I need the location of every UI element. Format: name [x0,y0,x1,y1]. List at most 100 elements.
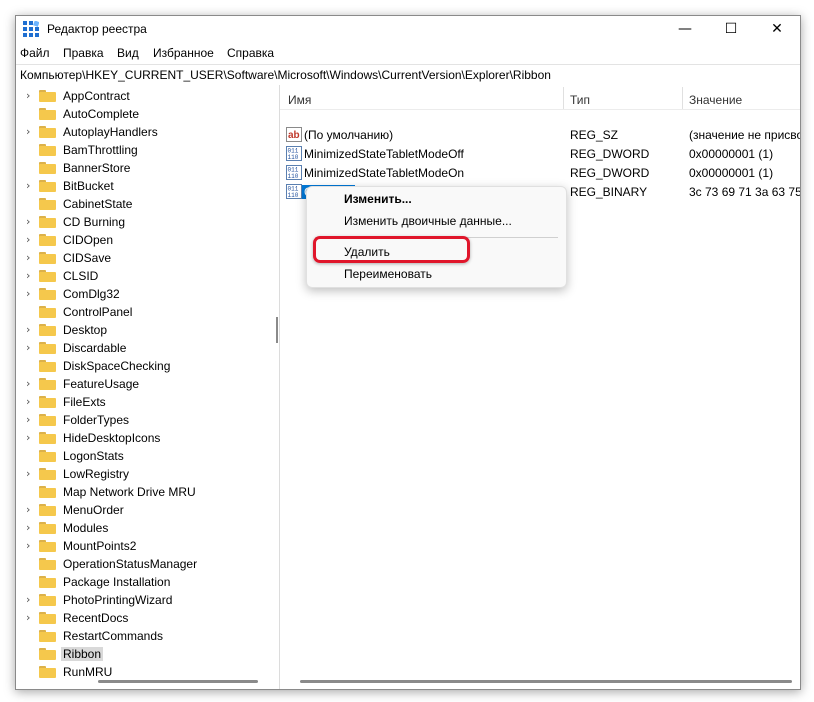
registry-editor-window: Редактор реестра — ☐ ✕ Файл Правка Вид И… [15,15,801,690]
chevron-right-icon[interactable]: › [26,611,38,625]
tree-item[interactable]: › PhotoPrintingWizard [16,591,274,609]
tree-item[interactable]: › Desktop [16,321,274,339]
value-row[interactable]: 011 110 MinimizedStateTabletModeOff REG_DWO… [280,145,800,163]
column-header-type[interactable]: Тип [570,93,590,107]
chevron-right-icon[interactable]: › [26,215,38,229]
close-button[interactable]: ✕ [754,16,800,43]
chevron-right-icon[interactable]: › [26,539,38,553]
column-separator[interactable] [563,87,564,109]
svg-text:110: 110 [288,154,299,161]
tree-item-label: MountPoints2 [63,539,137,553]
tree-item-label: FileExts [63,395,106,409]
menu-edit[interactable]: Правка [63,46,104,60]
registry-key-tree[interactable]: › AppContract AutoComplete › AutoplayHandler… [16,85,274,689]
menu-view[interactable]: Вид [117,46,139,60]
chevron-right-icon[interactable]: › [26,413,38,427]
title-bar[interactable]: Редактор реестра — ☐ ✕ [16,16,800,43]
chevron-right-icon[interactable]: › [26,467,38,481]
tree-item[interactable]: RestartCommands [16,627,274,645]
tree-item[interactable]: › MountPoints2 [16,537,274,555]
column-header-name[interactable]: Имя [288,93,311,107]
chevron-right-icon[interactable]: › [26,89,38,103]
folder-icon [39,468,56,480]
chevron-right-icon[interactable]: › [26,287,38,301]
tree-item-label: Map Network Drive MRU [63,485,196,499]
tree-item-label: RestartCommands [63,629,164,643]
folder-icon [39,612,56,624]
chevron-right-icon[interactable]: › [26,503,38,517]
tree-item-label: DiskSpaceChecking [63,359,171,373]
tree-horizontal-scrollbar[interactable] [98,680,258,683]
chevron-right-icon[interactable]: › [26,323,38,337]
minimize-button[interactable]: — [662,16,708,43]
tree-item[interactable]: › BitBucket [16,177,274,195]
tree-item[interactable]: › CIDOpen [16,231,274,249]
registry-values-list[interactable]: Имя Тип Значение ab (По умолчанию) REG_SZ (… [280,85,800,689]
tree-item[interactable]: Map Network Drive MRU [16,483,274,501]
tree-item[interactable]: › LowRegistry [16,465,274,483]
menu-file[interactable]: Файл [20,46,50,60]
tree-item[interactable]: CabinetState [16,195,274,213]
folder-icon [39,540,56,552]
chevron-right-icon[interactable]: › [26,179,38,193]
chevron-right-icon[interactable]: › [26,251,38,265]
tree-item[interactable]: › FolderTypes [16,411,274,429]
chevron-right-icon[interactable]: › [26,377,38,391]
tree-item[interactable]: › FileExts [16,393,274,411]
tree-item[interactable]: DiskSpaceChecking [16,357,274,375]
tree-item[interactable]: OperationStatusManager [16,555,274,573]
address-bar[interactable]: Компьютер\HKEY_CURRENT_USER\Software\Mic… [16,64,800,86]
chevron-right-icon[interactable]: › [26,125,38,139]
binary-value-icon: 011110 [286,184,302,199]
chevron-right-icon[interactable]: › [26,593,38,607]
chevron-right-icon[interactable]: › [26,233,38,247]
tree-item[interactable]: › FeatureUsage [16,375,274,393]
tree-item-label: BannerStore [63,161,131,175]
chevron-right-icon[interactable]: › [26,521,38,535]
tree-item[interactable]: Ribbon [16,645,274,663]
tree-item[interactable]: BamThrottling [16,141,274,159]
folder-icon [39,234,56,246]
value-data: 0x00000001 (1) [689,147,774,161]
tree-item[interactable]: › Modules [16,519,274,537]
splitter-grip[interactable] [276,317,278,343]
tree-item[interactable]: › CIDSave [16,249,274,267]
menu-favorites[interactable]: Избранное [153,46,214,60]
context-menu-modify-binary[interactable]: Изменить двоичные данные... [344,214,512,228]
tree-item[interactable]: › CLSID [16,267,274,285]
column-separator[interactable] [682,87,683,109]
menu-help[interactable]: Справка [227,46,274,60]
chevron-right-icon[interactable]: › [26,341,38,355]
folder-icon [39,108,56,120]
value-row[interactable]: ab (По умолчанию) REG_SZ (значение не присв… [280,126,800,144]
context-menu-modify[interactable]: Изменить... [344,192,412,206]
tree-item[interactable]: › AppContract [16,87,274,105]
tree-item-label: CD Burning [63,215,126,229]
address-path[interactable]: Компьютер\HKEY_CURRENT_USER\Software\Mic… [20,68,551,82]
tree-item[interactable]: › Discardable [16,339,274,357]
tree-item[interactable]: AutoComplete [16,105,274,123]
chevron-right-icon[interactable]: › [26,269,38,283]
folder-icon [39,324,56,336]
chevron-right-icon[interactable]: › [26,395,38,409]
tree-item[interactable]: › CD Burning [16,213,274,231]
context-menu-rename[interactable]: Переименовать [344,267,432,281]
tree-item[interactable]: Package Installation [16,573,274,591]
value-row[interactable]: 011 110 MinimizedStateTabletModeOn REG_DWOR… [280,164,800,182]
maximize-button[interactable]: ☐ [708,16,754,43]
tree-item[interactable]: › AutoplayHandlers [16,123,274,141]
folder-icon [39,342,56,354]
tree-item[interactable]: LogonStats [16,447,274,465]
tree-item[interactable]: RunMRU [16,663,274,681]
tree-item[interactable]: › RecentDocs [16,609,274,627]
column-header-value[interactable]: Значение [689,93,742,107]
chevron-right-icon[interactable]: › [26,431,38,445]
tree-item[interactable]: BannerStore [16,159,274,177]
tree-item[interactable]: › HideDesktopIcons [16,429,274,447]
tree-item[interactable]: › ComDlg32 [16,285,274,303]
folder-icon [39,90,56,102]
tree-item[interactable]: › MenuOrder [16,501,274,519]
list-horizontal-scrollbar[interactable] [300,680,792,683]
tree-item[interactable]: ControlPanel [16,303,274,321]
svg-text:110: 110 [288,192,299,199]
